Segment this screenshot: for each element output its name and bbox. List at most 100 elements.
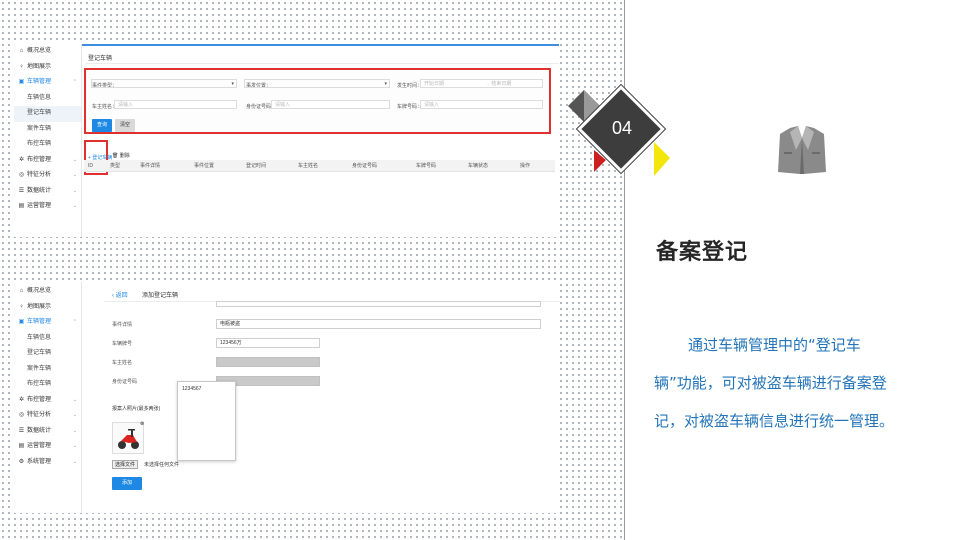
sidebar-item[interactable]: ♀ 地图展示 xyxy=(14,300,81,316)
event-location-field-partial[interactable] xyxy=(216,301,541,307)
sidebar-item[interactable]: 登记车辆 xyxy=(14,106,81,122)
section-heading: 备案登记 xyxy=(656,240,749,265)
sidebar-item-label: 案件车辆 xyxy=(27,365,52,372)
map-pin-icon: ♀ xyxy=(19,63,24,70)
page-title: 添加登记车辆 xyxy=(142,293,179,299)
sidebar-item[interactable]: ✲ 布控管理 ⌄ xyxy=(14,393,81,409)
owner-name-input[interactable] xyxy=(216,357,320,367)
table-column-header[interactable]: 登记时间 xyxy=(246,160,266,172)
sidebar-item-label: 车辆管理 xyxy=(27,319,52,325)
autocomplete-option[interactable]: 1234567 xyxy=(182,386,201,392)
chevron-icon: ⌄ xyxy=(72,203,77,209)
id-number-input[interactable]: 请输入 xyxy=(271,100,390,109)
table-column-header[interactable]: 操作 xyxy=(520,160,530,172)
sidebar-item[interactable]: ♀ 地图展示 xyxy=(14,60,81,76)
ops-icon: ▤ xyxy=(18,203,25,209)
event-location-select[interactable]: ▾ xyxy=(244,79,390,88)
sidebar-item[interactable]: 布控车辆 xyxy=(14,137,81,153)
sidebar-item[interactable]: ⚙ 系统管理 ⌄ xyxy=(14,455,81,471)
table-column-header[interactable]: 车牌号码 xyxy=(416,160,436,172)
main-content: 登记车辆 事件类型： ▾ 事发位置： ▾ 发生时间： 开始日期 → 结束日期 车… xyxy=(82,46,559,237)
sidebar-item[interactable]: ⌂ 概况总览 xyxy=(14,284,81,300)
chevron-down-icon: ▾ xyxy=(231,81,234,87)
delete-button[interactable]: 🗑 删除 xyxy=(112,152,130,159)
analysis-icon: ◎ xyxy=(18,172,25,178)
table-column-header[interactable]: 车主姓名 xyxy=(298,160,318,172)
chevron-icon: ⌄ xyxy=(72,156,77,163)
title-divider xyxy=(86,63,559,64)
sidebar-item[interactable]: ☰ 数据统计 ⌄ xyxy=(14,184,81,200)
sidebar-item[interactable]: ▤ 运营管理 ⌄ xyxy=(14,439,81,455)
event-detail-input[interactable]: 电瓶被盗 xyxy=(216,319,541,329)
table-column-header[interactable]: 类型 xyxy=(110,160,120,172)
chevron-icon: ⌃ xyxy=(72,319,77,325)
table-column-header[interactable]: 事件位置 xyxy=(194,160,214,172)
sidebar-item[interactable]: ☰ 数据统计 ⌄ xyxy=(14,424,81,440)
sidebar-item-label: 特征分析 xyxy=(27,172,52,178)
sidebar-item-label: 车辆信息 xyxy=(27,334,52,341)
screenshot-registered-vehicles: ⌂ 概况总览 ♀ 地图展示 ▣ 车辆管理 ⌃ 车辆信息 登记车辆 案件车辆 布控车辆 ✲ 布控管理 ⌄ ◎ 特… xyxy=(14,44,559,237)
id-number-label: 身份证号码 xyxy=(112,379,138,385)
sidebar-item-label: 布控管理 xyxy=(27,396,52,403)
chevron-icon: ⌄ xyxy=(72,412,77,418)
sidebar-item-label: 数据统计 xyxy=(27,427,52,434)
sidebar-item-label: 布控车辆 xyxy=(27,381,52,387)
table-column-header[interactable]: 事件详情 xyxy=(140,160,160,172)
chevron-icon: ⌄ xyxy=(72,187,77,194)
plate-number-input[interactable]: 请输入 xyxy=(420,100,543,109)
owner-name-input[interactable]: 请输入 xyxy=(114,100,237,109)
event-time-label: 发生时间： xyxy=(397,83,423,89)
sidebar: ⌂ 概况总览 ♀ 地图展示 ▣ 车辆管理 ⌃ 车辆信息 登记车辆 案件车辆 布控车辆 ✲ 布控管理 ⌄ ◎ 特… xyxy=(14,44,82,237)
scooter-icon xyxy=(118,429,139,449)
sidebar-item[interactable]: ◎ 特征分析 ⌄ xyxy=(14,168,81,184)
sidebar-item-label: 系统管理 xyxy=(27,458,52,465)
sidebar: ⌂ 概况总览 ♀ 地图展示 ▣ 车辆管理 ⌃ 车辆信息 登记车辆 案件车辆 布控车辆 ✲ 布控管理 ⌄ ◎ 特… xyxy=(14,282,82,513)
plate-number-label: 车辆牌号 xyxy=(112,341,133,347)
choose-file-button[interactable]: 选择文件 xyxy=(112,460,139,469)
sidebar-item[interactable]: 登记车辆 xyxy=(14,346,81,362)
table-column-header[interactable]: 车辆状态 xyxy=(468,160,488,172)
sidebar-item[interactable]: 车辆信息 xyxy=(14,331,81,347)
sidebar-item[interactable]: ▣ 车辆管理 ⌃ xyxy=(14,315,81,331)
no-file-text: 未选择任何文件 xyxy=(144,462,180,468)
chevron-icon: ⌃ xyxy=(72,79,77,85)
table-column-header[interactable]: 身份证号码 xyxy=(352,160,377,172)
table-column-header[interactable]: ID xyxy=(88,160,93,172)
autocomplete-dropdown: 1234567 xyxy=(177,381,236,461)
sidebar-item[interactable]: ▤ 运营管理 ⌄ xyxy=(14,199,81,215)
section-description: 通过车辆管理中的“登记车辆”功能，可对被盗车辆进行备案登记，对被盗车辆信息进行统… xyxy=(654,336,895,430)
sidebar-item-label: 登记车辆 xyxy=(27,350,52,356)
sidebar-item-label: 概况总览 xyxy=(27,48,52,54)
query-button[interactable]: 查询 xyxy=(92,119,112,132)
car-icon: ▣ xyxy=(18,79,25,85)
sidebar-item[interactable]: 案件车辆 xyxy=(14,362,81,378)
sidebar-item[interactable]: 案件车辆 xyxy=(14,122,81,138)
sidebar-item[interactable]: ▣ 车辆管理 ⌃ xyxy=(14,75,81,91)
add-submit-button[interactable]: 添加 xyxy=(112,477,142,490)
analysis-icon: ◎ xyxy=(18,412,25,418)
plate-number-input[interactable]: 123456万 xyxy=(216,338,320,348)
sidebar-item-label: 运营管理 xyxy=(27,203,52,209)
sidebar-item[interactable]: ◎ 特征分析 ⌄ xyxy=(14,408,81,424)
chevron-icon: ⌄ xyxy=(72,458,77,465)
ops-icon: ▤ xyxy=(18,443,25,449)
owner-name-label: 车主姓名 xyxy=(112,360,133,366)
stats-icon: ☰ xyxy=(18,427,25,434)
sidebar-item[interactable]: 布控车辆 xyxy=(14,377,81,393)
end-date-placeholder: → 结束日期 xyxy=(485,81,512,87)
sidebar-item-label: 布控车辆 xyxy=(27,141,52,147)
chevron-down-icon: ▾ xyxy=(384,81,387,87)
system-icon: ⚙ xyxy=(18,458,25,465)
home-icon: ⌂ xyxy=(19,48,24,54)
sidebar-item[interactable]: ⌂ 概况总览 xyxy=(14,44,81,60)
yellow-triangle-shape xyxy=(654,142,670,176)
back-link[interactable]: ‹ 返回 xyxy=(112,290,128,299)
event-type-select[interactable]: ▾ xyxy=(91,79,237,88)
sidebar-item[interactable]: ✲ 布控管理 ⌄ xyxy=(14,153,81,169)
chevron-icon: ⌄ xyxy=(72,427,77,434)
date-range-input[interactable]: 开始日期 → 结束日期 xyxy=(420,79,543,88)
remove-photo-icon[interactable]: ⊗ xyxy=(140,421,144,427)
sidebar-item[interactable]: 车辆信息 xyxy=(14,91,81,107)
clear-button[interactable]: 清空 xyxy=(115,119,135,132)
map-pin-icon: ♀ xyxy=(19,303,24,310)
